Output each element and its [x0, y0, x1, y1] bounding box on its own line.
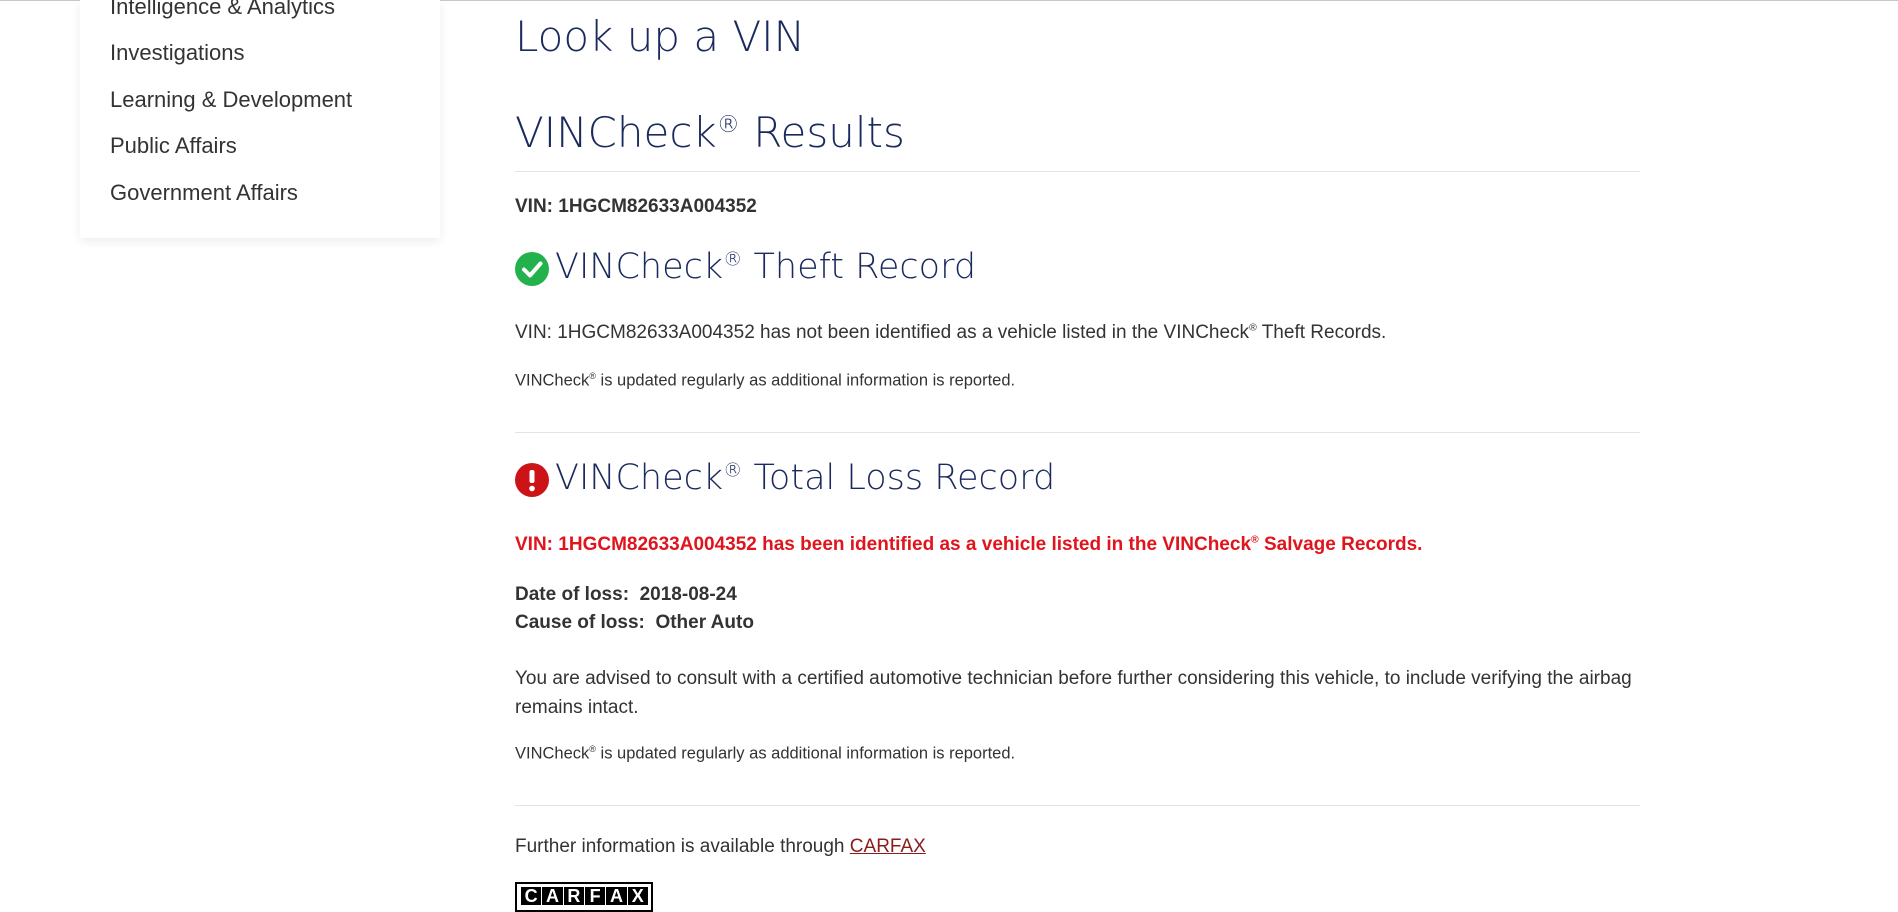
carfax-logo-letter: X	[627, 887, 648, 905]
advice-paragraph: You are advised to consult with a certif…	[515, 668, 1632, 718]
check-circle-icon	[515, 252, 549, 286]
sidebar-item-government-affairs[interactable]: Government Affairs	[110, 180, 298, 206]
carfax-logo-letter: F	[584, 887, 606, 905]
carfax-logo-letter: C	[521, 887, 542, 905]
results-heading: VINCheck® Results	[515, 108, 905, 157]
total-loss-update-note: VINCheck® is updated regularly as additi…	[515, 744, 1016, 763]
sidebar-item-investigations[interactable]: Investigations	[110, 40, 245, 66]
total-loss-message: VIN: 1HGCM82633A004352 has been identifi…	[515, 534, 1423, 555]
carfax-logo-letter: A	[542, 887, 563, 905]
page-title: Look up a VIN	[515, 12, 805, 61]
sidebar-item-learning-development[interactable]: Learning & Development	[110, 87, 352, 113]
vin-number: VIN: 1HGCM82633A004352	[515, 196, 757, 217]
carfax-logo[interactable]: C A R F A X	[515, 882, 653, 912]
further-info: Further information is available through…	[515, 836, 926, 857]
total-loss-heading: VINCheck® Total Loss Record	[555, 458, 1056, 498]
divider	[515, 171, 1640, 172]
exclamation-circle-icon	[515, 463, 549, 497]
main-content: Look up a VIN VINCheck® Results VIN: 1HG…	[515, 0, 1640, 912]
sidebar-nav: Intelligence & Analytics Investigations …	[80, 0, 440, 238]
sidebar-item-intelligence-analytics[interactable]: Intelligence & Analytics	[110, 0, 335, 20]
carfax-link[interactable]: CARFAX	[850, 836, 926, 857]
date-of-loss: Date of loss: 2018-08-24	[515, 584, 737, 605]
theft-update-note: VINCheck® is updated regularly as additi…	[515, 371, 1016, 390]
carfax-logo-letter: A	[606, 887, 627, 905]
theft-record-message: VIN: 1HGCM82633A004352 has not been iden…	[515, 322, 1387, 343]
theft-record-heading: VINCheck® Theft Record	[555, 247, 977, 287]
carfax-logo-letter: R	[563, 887, 584, 905]
divider	[515, 432, 1640, 433]
divider	[515, 805, 1640, 806]
sidebar-item-public-affairs[interactable]: Public Affairs	[110, 133, 237, 159]
cause-of-loss: Cause of loss: Other Auto	[515, 612, 754, 633]
